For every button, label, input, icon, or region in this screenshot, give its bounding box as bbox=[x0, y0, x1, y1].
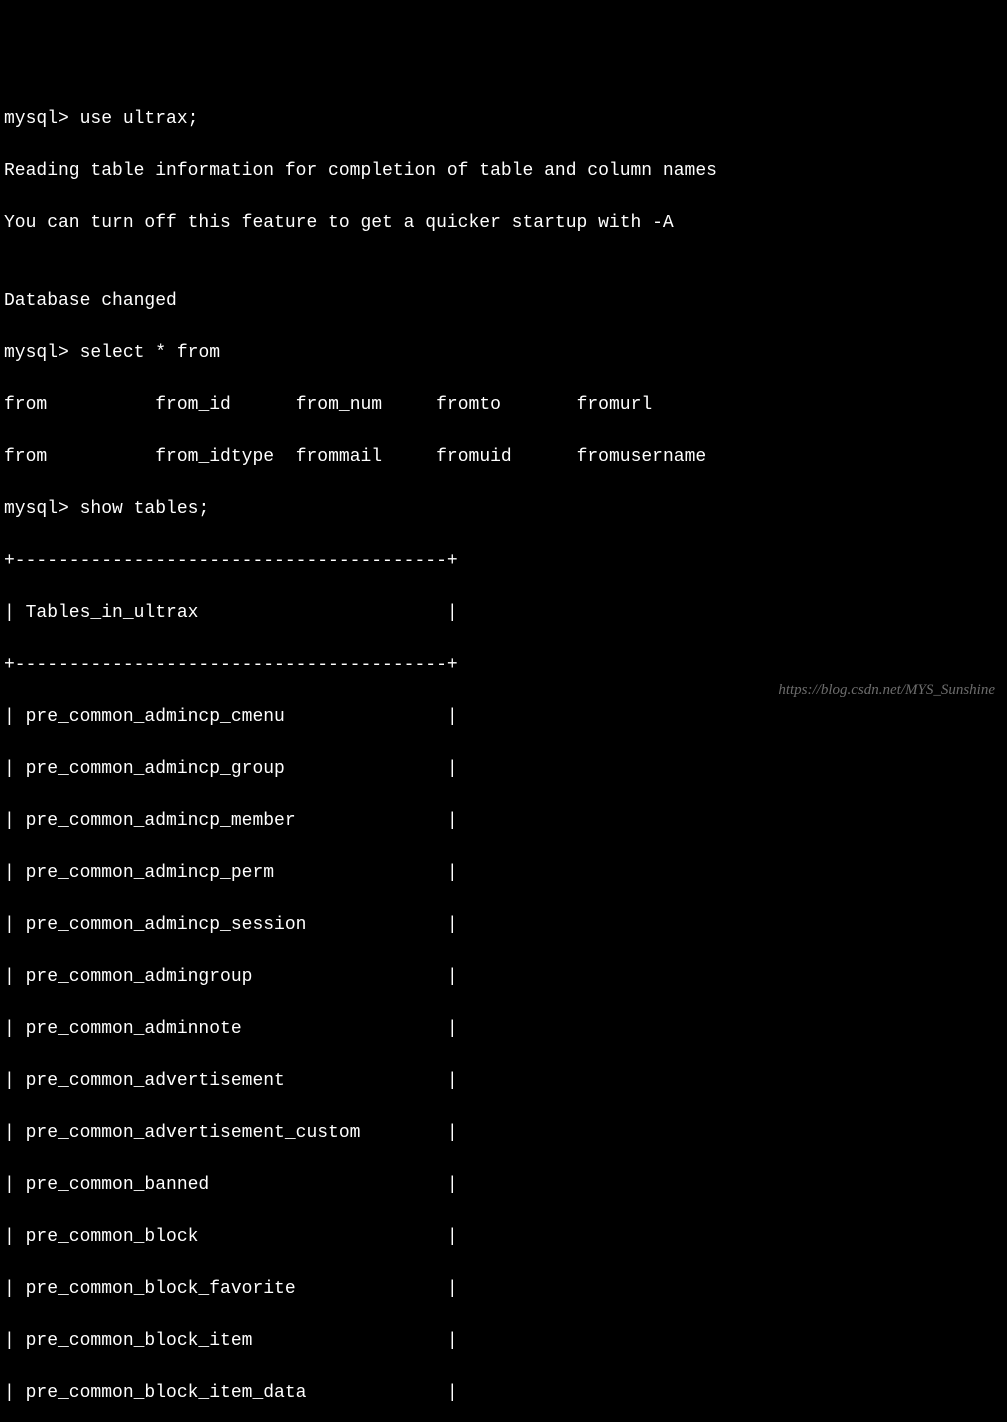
terminal-line: mysql> select * from bbox=[4, 340, 1003, 366]
mysql-prompt: mysql> bbox=[4, 109, 69, 129]
terminal-line: mysql> use ultrax; bbox=[4, 106, 1003, 132]
mysql-prompt: mysql> bbox=[4, 343, 69, 363]
table-border: +---------------------------------------… bbox=[4, 652, 1003, 678]
table-row: | pre_common_block_item_data | bbox=[4, 1380, 1003, 1406]
completion-item: from_idtype bbox=[155, 447, 274, 467]
completion-item: from_id bbox=[155, 395, 231, 415]
table-row: | pre_common_admincp_group | bbox=[4, 756, 1003, 782]
table-row: | pre_common_advertisement | bbox=[4, 1068, 1003, 1094]
completion-item: fromurl bbox=[577, 395, 653, 415]
completion-item: from bbox=[4, 447, 47, 467]
completion-item: from bbox=[4, 395, 47, 415]
table-row: | pre_common_admincp_session | bbox=[4, 912, 1003, 938]
completion-item: fromuid bbox=[436, 447, 512, 467]
command-text[interactable]: use ultrax; bbox=[80, 109, 199, 129]
mysql-prompt: mysql> bbox=[4, 499, 69, 519]
completion-row: from from_idtype frommail fromuid fromus… bbox=[4, 444, 1003, 470]
table-row: | pre_common_block_favorite | bbox=[4, 1276, 1003, 1302]
table-row: | pre_common_block | bbox=[4, 1224, 1003, 1250]
completion-item: fromto bbox=[436, 395, 501, 415]
terminal-line: mysql> show tables; bbox=[4, 496, 1003, 522]
table-row: | pre_common_adminnote | bbox=[4, 1016, 1003, 1042]
terminal-output: You can turn off this feature to get a q… bbox=[4, 210, 1003, 236]
terminal-output: Database changed bbox=[4, 288, 1003, 314]
completion-item: from_num bbox=[296, 395, 382, 415]
completion-item: fromusername bbox=[577, 447, 707, 467]
table-row: | pre_common_admingroup | bbox=[4, 964, 1003, 990]
table-row: | pre_common_admincp_member | bbox=[4, 808, 1003, 834]
command-text[interactable]: show tables; bbox=[80, 499, 210, 519]
table-row: | pre_common_banned | bbox=[4, 1172, 1003, 1198]
watermark-text: https://blog.csdn.net/MYS_Sunshine bbox=[778, 677, 995, 703]
table-row: | pre_common_advertisement_custom | bbox=[4, 1120, 1003, 1146]
command-text[interactable]: select * from bbox=[80, 343, 220, 363]
table-row: | pre_common_admincp_perm | bbox=[4, 860, 1003, 886]
table-row: | pre_common_admincp_cmenu | bbox=[4, 704, 1003, 730]
terminal-output: Reading table information for completion… bbox=[4, 158, 1003, 184]
completion-row: from from_id from_num fromto fromurl bbox=[4, 392, 1003, 418]
table-header: | Tables_in_ultrax | bbox=[4, 600, 1003, 626]
table-row: | pre_common_block_item | bbox=[4, 1328, 1003, 1354]
completion-item: frommail bbox=[296, 447, 382, 467]
table-border: +---------------------------------------… bbox=[4, 548, 1003, 574]
